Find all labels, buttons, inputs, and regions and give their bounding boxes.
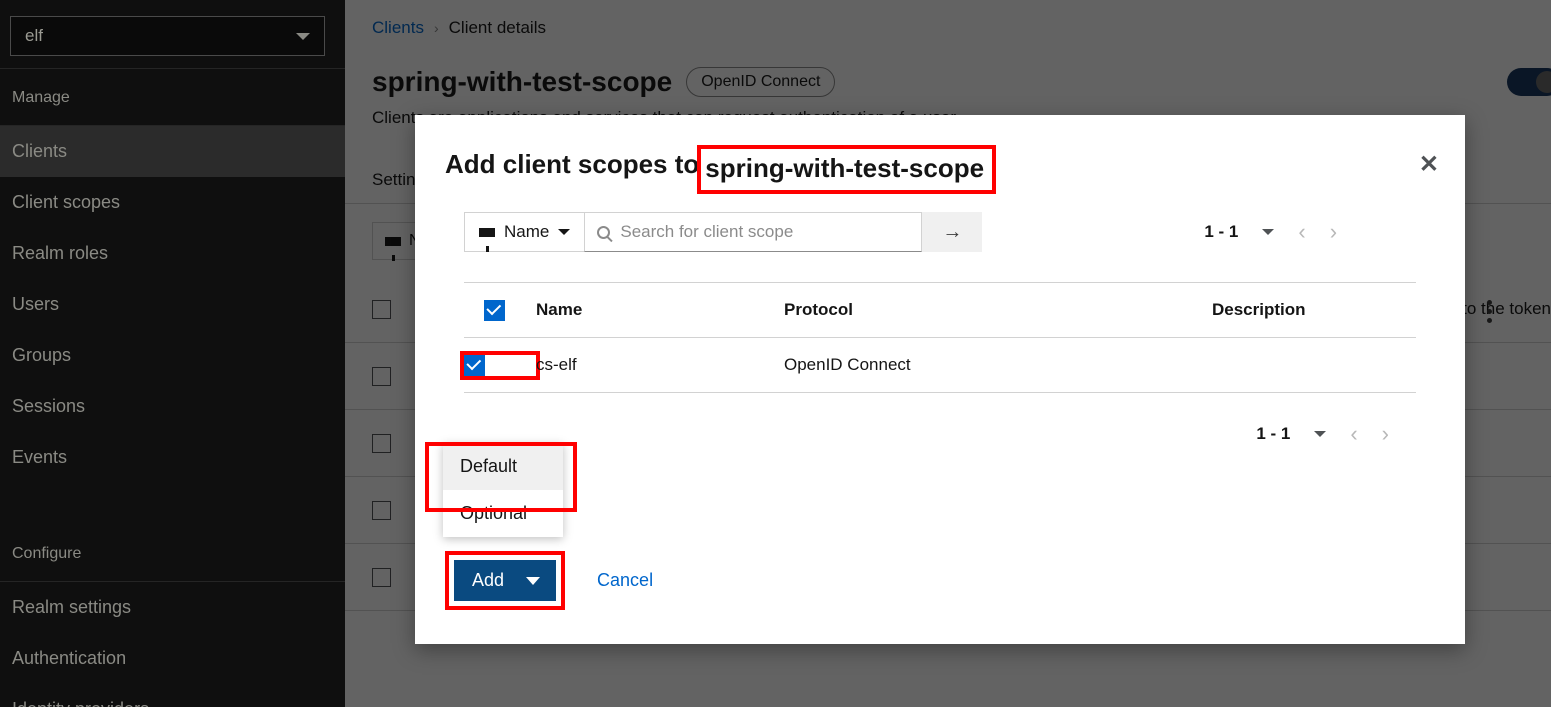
page-header: spring-with-test-scope OpenID Connect: [345, 38, 1551, 98]
pagination-chevron-down-icon[interactable]: [1262, 229, 1275, 235]
pagination-prev-button[interactable]: ‹: [1350, 421, 1357, 447]
chevron-down-icon: [558, 229, 571, 235]
pagination-count: 1 - 1: [1256, 424, 1291, 443]
row-name: cs-elf: [536, 355, 577, 374]
column-header-description: Description: [1212, 300, 1306, 319]
sidebar-item-authentication[interactable]: Authentication: [0, 633, 345, 684]
kebab-dot: [1486, 318, 1492, 323]
row-checkbox[interactable]: [372, 567, 391, 587]
sidebar-item-identity-providers[interactable]: Identity providers: [0, 684, 345, 707]
row-protocol: OpenID Connect: [784, 355, 911, 374]
client-scopes-table: Name Protocol Description cs-elf OpenID …: [460, 282, 1416, 393]
modal-pagination-bottom: 1 - 1 ‹ ›: [1256, 421, 1389, 447]
modal-header: Add client scopes to spring-with-test-sc…: [415, 115, 1465, 194]
search-submit-button[interactable]: →: [922, 212, 983, 252]
row-checkbox[interactable]: [372, 433, 391, 453]
table-row[interactable]: cs-elf OpenID Connect: [460, 337, 1416, 393]
sidebar-item-sessions[interactable]: Sessions: [0, 381, 345, 432]
app-root: Clients › Client details spring-with-tes…: [0, 0, 1551, 707]
sidebar: elf Manage Clients Client scopes Realm r…: [0, 0, 345, 707]
add-type-menu: Default Optional: [443, 443, 563, 537]
pagination-next-button[interactable]: ›: [1382, 421, 1389, 447]
row-checkbox[interactable]: [372, 299, 391, 319]
cancel-button[interactable]: Cancel: [597, 570, 653, 591]
sidebar-item-users[interactable]: Users: [0, 279, 345, 330]
modal-pagination-top: 1 - 1 ‹ ›: [1204, 219, 1337, 245]
protocol-badge: OpenID Connect: [686, 67, 836, 97]
add-client-scopes-modal: Add client scopes to spring-with-test-sc…: [415, 115, 1465, 644]
breadcrumb-separator-icon: ›: [433, 20, 439, 36]
highlight-box-modal-title: spring-with-test-scope: [697, 145, 997, 194]
search-icon: [597, 225, 611, 239]
sidebar-item-groups[interactable]: Groups: [0, 330, 345, 381]
pagination-count: 1 - 1: [1204, 222, 1239, 241]
sidebar-item-events[interactable]: Events: [0, 432, 345, 483]
modal-pagination-bottom-wrap: 1 - 1 ‹ ›: [415, 393, 1465, 447]
sidebar-item-realm-roles[interactable]: Realm roles: [0, 228, 345, 279]
nav-section-manage: Manage: [0, 69, 345, 126]
close-icon[interactable]: ✕: [1419, 153, 1439, 177]
toggle-knob: [1536, 71, 1551, 93]
menu-item-optional[interactable]: Optional: [443, 490, 563, 537]
filter-funnel-icon: [385, 236, 401, 261]
search-input[interactable]: [620, 222, 910, 242]
select-all-cell[interactable]: [464, 299, 536, 321]
menu-item-default[interactable]: Default: [443, 443, 563, 490]
column-header-name: Name: [536, 300, 583, 319]
client-enabled-toggle[interactable]: [1507, 68, 1551, 96]
background-kebab-menu[interactable]: [1479, 300, 1499, 323]
row-checkbox[interactable]: [372, 500, 391, 520]
sidebar-item-realm-settings[interactable]: Realm settings: [0, 582, 345, 633]
chevron-down-icon: [296, 32, 310, 40]
modal-title-prefix: Add client scopes to: [445, 149, 700, 179]
modal-toolbar: Name → 1 - 1 ‹ ›: [415, 190, 1465, 252]
select-all-checkbox[interactable]: [484, 299, 505, 321]
nav-section-configure: Configure: [0, 525, 345, 582]
breadcrumb-current: Client details: [448, 18, 546, 37]
realm-selector[interactable]: elf: [10, 16, 325, 56]
breadcrumb: Clients › Client details: [345, 0, 1551, 38]
realm-selector-value: elf: [25, 26, 43, 45]
row-checkbox-cs-elf[interactable]: [464, 354, 485, 376]
highlight-box-row-checkbox[interactable]: [460, 350, 540, 380]
page-title: spring-with-test-scope: [372, 66, 673, 97]
table-header-row: Name Protocol Description: [464, 283, 1416, 337]
modal-filter-dropdown[interactable]: Name: [464, 212, 585, 252]
search-field[interactable]: [584, 212, 923, 252]
row-checkbox[interactable]: [372, 366, 391, 386]
column-header-protocol: Protocol: [784, 300, 853, 319]
filter-funnel-icon: [479, 227, 495, 252]
sidebar-item-client-scopes[interactable]: Client scopes: [0, 177, 345, 228]
pagination-chevron-down-icon[interactable]: [1314, 431, 1327, 437]
kebab-dot: [1486, 309, 1492, 314]
add-button-label: Add: [472, 570, 505, 590]
highlight-box-add-button: Add: [444, 551, 566, 610]
pagination-next-button[interactable]: ›: [1330, 219, 1337, 245]
kebab-dot: [1486, 300, 1492, 305]
modal-filter-label: Name: [504, 222, 550, 241]
add-button[interactable]: Add: [454, 560, 557, 601]
pagination-prev-button[interactable]: ‹: [1298, 219, 1305, 245]
breadcrumb-clients-link[interactable]: Clients: [372, 18, 424, 38]
caret-down-icon[interactable]: [526, 576, 541, 585]
modal-footer: Add Cancel: [415, 551, 1465, 644]
modal-title-target: spring-with-test-scope: [705, 153, 985, 183]
sidebar-item-clients[interactable]: Clients: [0, 126, 345, 177]
